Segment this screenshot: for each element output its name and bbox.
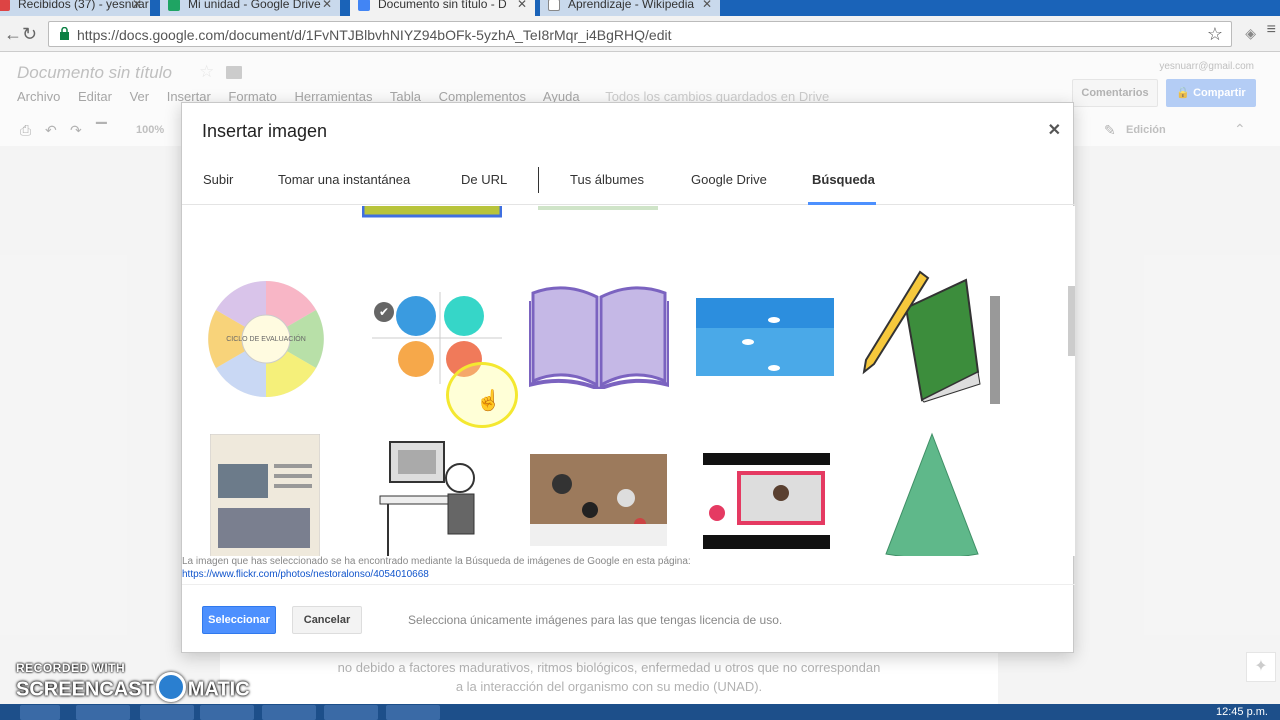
dialog-title: Insertar imagen	[202, 121, 328, 141]
browser-tab-gmail[interactable]: Recibidos (37) - yesnuar ✕	[0, 0, 150, 16]
watermark-word: MATIC	[187, 678, 250, 701]
source-link[interactable]: https://www.flickr.com/photos/nestoralon…	[182, 569, 429, 580]
source-note: La imagen que has seleccionado se ha enc…	[182, 556, 691, 567]
start-button[interactable]	[20, 705, 60, 720]
close-icon[interactable]: ✕	[132, 0, 142, 11]
hand-cursor-icon: ☝	[476, 390, 501, 412]
license-note: Selecciona únicamente imágenes para las …	[408, 613, 783, 627]
active-tab-indicator	[808, 202, 876, 205]
drive-icon	[168, 0, 180, 11]
taskbar-app[interactable]	[76, 705, 130, 720]
image-result[interactable]: CICLO DE EVALUACIÓN	[206, 279, 326, 399]
tab-snapshot[interactable]: Tomar una instantánea	[278, 172, 410, 187]
image-result[interactable]	[378, 438, 486, 556]
tab-search[interactable]: Búsqueda	[812, 172, 875, 187]
tab-albums[interactable]: Tus álbumes	[570, 172, 644, 187]
browser-tab-wikipedia[interactable]: Aprendizaje - Wikipedia ✕	[540, 0, 720, 16]
url-text: https://docs.google.com/document/d/1FvNT…	[77, 27, 672, 43]
watermark-line1: RECORDED WITH	[16, 661, 126, 675]
back-icon[interactable]: ←	[4, 24, 22, 45]
tab-title: Aprendizaje - Wikipedia	[568, 0, 695, 11]
wheel-center-label: CICLO DE EVALUACIÓN	[226, 334, 306, 343]
gmail-icon	[0, 0, 10, 11]
close-icon[interactable]: ✕	[1048, 120, 1061, 140]
tab-title: Documento sin título - D	[378, 0, 507, 11]
image-result[interactable]	[703, 453, 830, 549]
docs-icon	[358, 0, 370, 11]
close-icon[interactable]: ✕	[702, 0, 712, 11]
screencast-watermark: SCREENCAST MATIC	[16, 672, 250, 702]
image-result[interactable]	[882, 430, 982, 556]
taskbar-app[interactable]	[386, 705, 440, 720]
taskbar-app[interactable]	[324, 705, 378, 720]
image-result[interactable]	[210, 434, 320, 556]
close-icon[interactable]: ✕	[322, 0, 332, 11]
browser-tab-drive[interactable]: Mi unidad - Google Drive ✕	[160, 0, 340, 16]
close-icon[interactable]: ✕	[517, 0, 527, 11]
bookmark-star-icon[interactable]: ☆	[1207, 24, 1223, 45]
image-result[interactable]	[696, 298, 834, 376]
taskbar-app[interactable]	[200, 705, 254, 720]
image-result[interactable]	[362, 206, 502, 220]
image-result[interactable]	[529, 281, 669, 389]
taskbar-clock: 12:45 p.m.	[1216, 706, 1268, 718]
results-scrollbar[interactable]	[1068, 286, 1075, 356]
image-result[interactable]	[862, 268, 1004, 404]
extension-icon[interactable]: ◈	[1245, 25, 1256, 42]
tab-title: Mi unidad - Google Drive	[188, 0, 321, 11]
screencast-logo-icon	[155, 672, 186, 702]
tab-title: Recibidos (37) - yesnuar	[18, 0, 149, 11]
select-button[interactable]: Seleccionar	[202, 606, 276, 634]
taskbar-app[interactable]	[262, 705, 316, 720]
wikipedia-icon	[548, 0, 560, 11]
browser-tab-strip: Recibidos (37) - yesnuar ✕ Mi unidad - G…	[0, 0, 1280, 16]
browser-tab-docs[interactable]: Documento sin título - D ✕	[350, 0, 535, 16]
tab-from-url[interactable]: De URL	[461, 172, 507, 187]
image-result[interactable]	[530, 454, 667, 546]
browser-menu-icon[interactable]: ≡	[1267, 21, 1276, 39]
image-results-grid: CICLO DE EVALUACIÓN ✔	[182, 206, 1075, 556]
lock-icon	[60, 27, 69, 40]
tab-divider	[538, 167, 539, 193]
tab-upload[interactable]: Subir	[203, 172, 233, 187]
reload-icon[interactable]: ↻	[22, 24, 37, 45]
cancel-button[interactable]: Cancelar	[292, 606, 362, 634]
image-result[interactable]	[538, 206, 658, 214]
tab-google-drive[interactable]: Google Drive	[691, 172, 767, 187]
insert-image-dialog: Insertar imagen ✕ Subir Tomar una instan…	[181, 102, 1075, 653]
browser-toolbar: ← ↻ https://docs.google.com/document/d/1…	[0, 16, 1280, 52]
taskbar-app[interactable]	[140, 705, 194, 720]
watermark-word: SCREENCAST	[16, 678, 154, 701]
address-bar[interactable]: https://docs.google.com/document/d/1FvNT…	[48, 21, 1232, 47]
dialog-tabs: Subir Tomar una instantánea De URL Tus á…	[182, 161, 1075, 205]
footer-divider	[182, 584, 1075, 585]
os-taskbar: 12:45 p.m.	[0, 704, 1280, 720]
selected-check-icon: ✔	[374, 302, 394, 322]
